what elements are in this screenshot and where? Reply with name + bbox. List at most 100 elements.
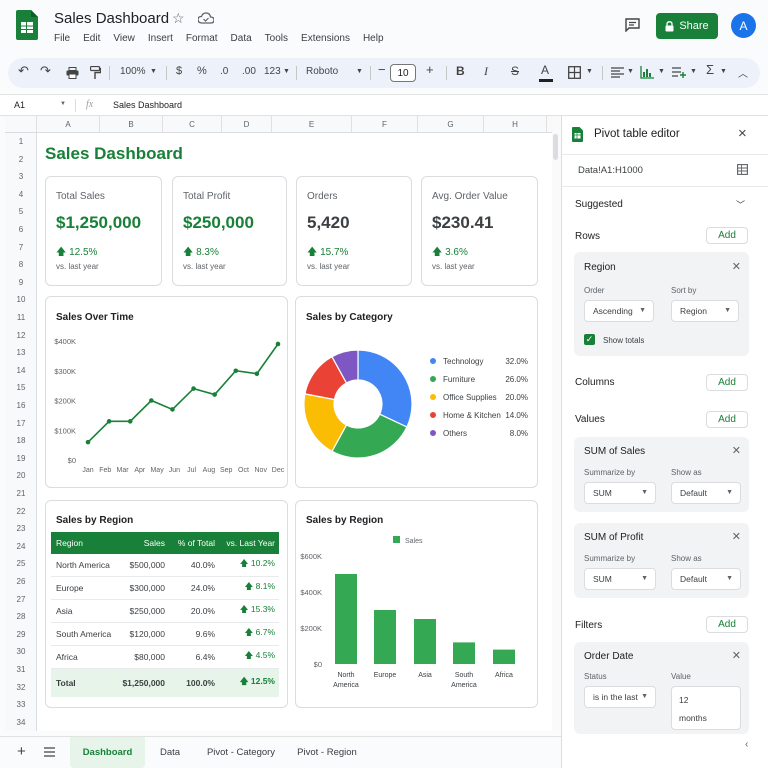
add-row-button[interactable]: Add xyxy=(706,227,748,244)
borders-icon[interactable] xyxy=(568,66,581,79)
table-total-row[interactable]: Total $1,250,000 100.0% 🡅 12.5% xyxy=(51,669,279,697)
row-header-23[interactable]: 23 xyxy=(5,524,37,533)
vertical-scrollbar[interactable] xyxy=(552,116,560,731)
row-header-34[interactable]: 34 xyxy=(5,718,37,727)
column-header-h[interactable]: H xyxy=(484,116,547,133)
row-header-17[interactable]: 17 xyxy=(5,419,37,428)
font-size-input[interactable]: 10 xyxy=(390,64,416,82)
increase-decimal-button[interactable]: .00 xyxy=(242,66,256,77)
tab-data[interactable]: Data xyxy=(145,737,195,768)
percent-format-button[interactable]: % xyxy=(197,65,207,77)
sort-by-select[interactable]: Region ▼ xyxy=(671,300,739,322)
font-select[interactable]: Roboto xyxy=(306,66,338,77)
row-header-7[interactable]: 7 xyxy=(5,243,37,252)
column-header-a[interactable]: A xyxy=(37,116,100,133)
cloud-saved-icon[interactable] xyxy=(198,12,214,24)
menu-data[interactable]: Data xyxy=(231,33,252,44)
menu-tools[interactable]: Tools xyxy=(265,33,288,44)
share-button[interactable]: Share xyxy=(656,13,718,39)
column-header-b[interactable]: B xyxy=(100,116,163,133)
kpi-card-avg-order-value[interactable]: Avg. Order Value $230.41 🡅 3.6% vs. last… xyxy=(421,176,538,286)
add-filter-button[interactable]: Add xyxy=(706,616,748,633)
formula-input[interactable]: Sales Dashboard xyxy=(113,100,182,110)
document-title[interactable]: Sales Dashboard xyxy=(54,10,169,27)
row-header-20[interactable]: 20 xyxy=(5,471,37,480)
order-select[interactable]: Ascending ▼ xyxy=(584,300,654,322)
select-all-corner[interactable] xyxy=(5,116,37,133)
row-header-13[interactable]: 13 xyxy=(5,348,37,357)
remove-value-field-icon[interactable]: ✕ xyxy=(732,530,741,543)
row-header-2[interactable]: 2 xyxy=(5,155,37,164)
menu-format[interactable]: Format xyxy=(186,33,218,44)
summarize-select[interactable]: SUM ▼ xyxy=(584,482,656,504)
sheets-logo-icon[interactable] xyxy=(16,10,38,40)
table-row[interactable]: North America $500,000 40.0% 🡅 10.2% xyxy=(51,554,279,577)
close-panel-icon[interactable]: × xyxy=(738,125,747,142)
tab-pivot-region[interactable]: Pivot - Region xyxy=(287,737,367,768)
italic-button[interactable]: I xyxy=(484,64,488,79)
row-header-4[interactable]: 4 xyxy=(5,190,37,199)
row-header-16[interactable]: 16 xyxy=(5,401,37,410)
column-header-c[interactable]: C xyxy=(163,116,222,133)
row-header-3[interactable]: 3 xyxy=(5,172,37,181)
column-header-g[interactable]: G xyxy=(418,116,484,133)
kpi-card-total-sales[interactable]: Total Sales $1,250,000 🡅 12.5% vs. last … xyxy=(45,176,162,286)
row-header-31[interactable]: 31 xyxy=(5,665,37,674)
menu-insert[interactable]: Insert xyxy=(148,33,173,44)
select-range-icon[interactable] xyxy=(737,164,748,175)
remove-row-field-icon[interactable]: ✕ xyxy=(732,260,741,273)
undo-icon[interactable]: ↶ xyxy=(18,63,29,79)
row-header-27[interactable]: 27 xyxy=(5,595,37,604)
increase-font-size-icon[interactable]: + xyxy=(426,62,434,77)
currency-format-button[interactable]: $ xyxy=(176,65,182,77)
menu-edit[interactable]: Edit xyxy=(83,33,100,44)
decrease-font-size-icon[interactable]: − xyxy=(378,62,386,77)
paint-format-icon[interactable] xyxy=(90,66,101,80)
menu-file[interactable]: File xyxy=(54,33,70,44)
filter-views-icon[interactable] xyxy=(672,66,686,79)
add-column-button[interactable]: Add xyxy=(706,374,748,391)
scrollbar-thumb[interactable] xyxy=(553,134,558,160)
menu-extensions[interactable]: Extensions xyxy=(301,33,350,44)
remove-value-field-icon[interactable]: ✕ xyxy=(732,444,741,457)
row-header-33[interactable]: 33 xyxy=(5,700,37,709)
tab-dashboard[interactable]: Dashboard xyxy=(70,737,145,768)
row-header-11[interactable]: 11 xyxy=(5,313,37,322)
comment-icon[interactable] xyxy=(625,18,640,32)
table-row[interactable]: Europe $300,000 24.0% 🡅 8.1% xyxy=(51,577,279,600)
chevron-down-icon[interactable]: ﹀ xyxy=(736,198,745,211)
chart-sales-by-region[interactable]: Sales by Region Sales $0 $200K $400K $600K No… xyxy=(295,500,538,708)
collapse-toolbar-icon[interactable]: ︿ xyxy=(738,65,748,80)
chart-sales-over-time[interactable]: Sales Over Time $0 $100K $200K $300K $400K Ja… xyxy=(45,296,288,488)
print-icon[interactable] xyxy=(66,67,79,79)
table-row[interactable]: South America $120,000 9.6% 🡅 6.7% xyxy=(51,623,279,646)
status-select[interactable]: is in the last ▼ xyxy=(584,686,656,708)
row-header-15[interactable]: 15 xyxy=(5,383,37,392)
column-header-d[interactable]: D xyxy=(222,116,272,133)
show-as-select[interactable]: Default ▼ xyxy=(671,568,741,590)
kpi-card-orders[interactable]: Orders 5,420 🡅 15.7% vs. last year xyxy=(296,176,412,286)
filter-value-input[interactable]: 12 months xyxy=(671,686,741,730)
functions-icon[interactable]: Σ xyxy=(706,62,714,77)
row-header-32[interactable]: 32 xyxy=(5,683,37,692)
menu-help[interactable]: Help xyxy=(363,33,384,44)
summarize-select[interactable]: SUM ▼ xyxy=(584,568,656,590)
row-header-24[interactable]: 24 xyxy=(5,542,37,551)
align-left-icon[interactable] xyxy=(611,67,624,78)
add-sheet-icon[interactable]: + xyxy=(17,743,26,760)
column-header-f[interactable]: F xyxy=(352,116,418,133)
row-header-14[interactable]: 14 xyxy=(5,366,37,375)
row-header-9[interactable]: 9 xyxy=(5,278,37,287)
row-header-1[interactable]: 1 xyxy=(5,137,37,146)
sheet-canvas[interactable]: Sales Dashboard Total Sales $1,250,000 🡅… xyxy=(37,133,552,731)
row-header-26[interactable]: 26 xyxy=(5,577,37,586)
add-value-button[interactable]: Add xyxy=(706,411,748,428)
chart-sales-by-category[interactable]: Sales by Category Technology 32.0% Furnitu… xyxy=(295,296,538,488)
row-header-18[interactable]: 18 xyxy=(5,436,37,445)
strikethrough-icon[interactable]: S xyxy=(511,64,519,78)
suggested-label[interactable]: Suggested xyxy=(575,199,623,210)
column-header-e[interactable]: E xyxy=(272,116,352,133)
dashboard-title[interactable]: Sales Dashboard xyxy=(45,144,183,164)
row-header-6[interactable]: 6 xyxy=(5,225,37,234)
menu-view[interactable]: View xyxy=(113,33,135,44)
